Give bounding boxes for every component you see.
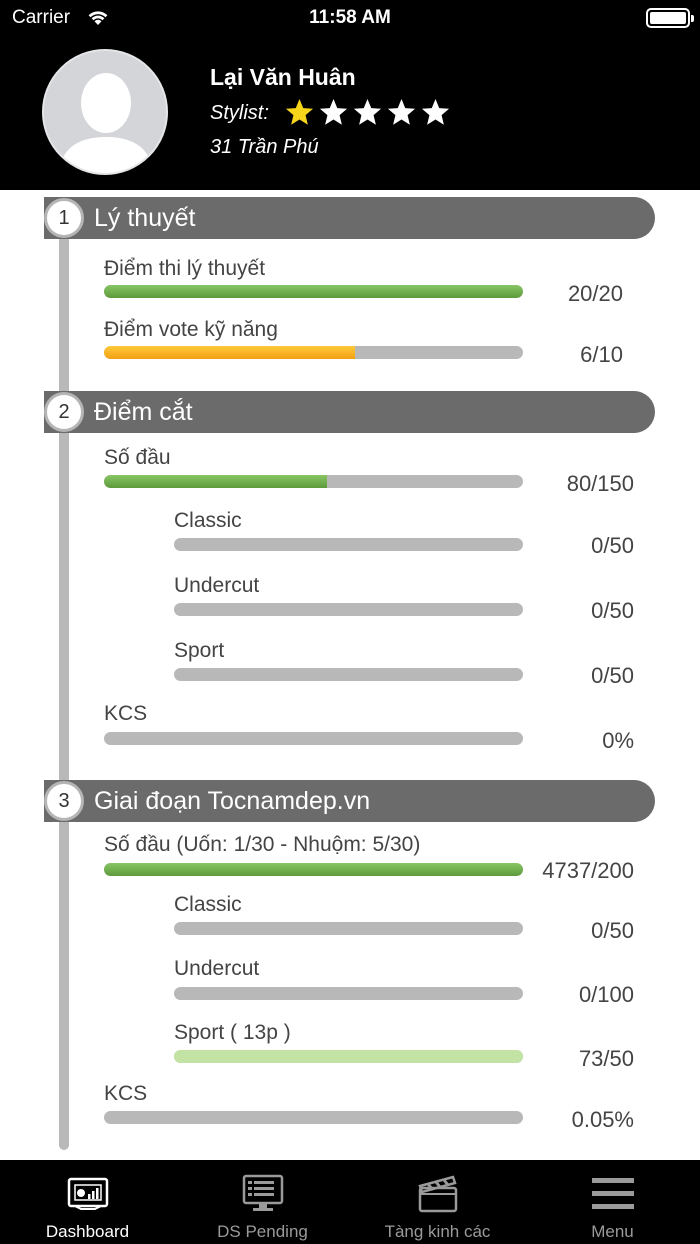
profile-header: Lại Văn Huân Stylist: 31 Trần Phú [0, 36, 700, 190]
row-label: Classic [174, 893, 242, 916]
row-value: 0/50 [591, 663, 634, 688]
row-label: Undercut [174, 957, 260, 980]
progress-bar [104, 475, 523, 488]
progress-fill [104, 285, 523, 298]
section-title: Điểm cắt [94, 398, 193, 426]
tab-ds-pending[interactable]: DS Pending [175, 1160, 350, 1244]
dashboard-icon [67, 1177, 109, 1210]
tab-dashboard[interactable]: Dashboard [0, 1160, 175, 1244]
row-label: KCS [104, 702, 148, 725]
star-icon [319, 98, 348, 125]
step-number: 1 [44, 198, 84, 238]
tab-label: Menu [591, 1222, 634, 1241]
tab-label: Tàng kinh các [384, 1222, 491, 1241]
row-label: Điểm vote kỹ năng [104, 318, 278, 341]
step-number: 3 [44, 781, 84, 821]
section-header-ly-thuyet: 1 Lý thuyết [44, 197, 655, 239]
row-label: Số đầu [104, 446, 171, 469]
row-value: 0/100 [578, 982, 634, 1007]
tab-label: Dashboard [45, 1222, 130, 1241]
progress-fill [104, 346, 356, 359]
monitor-list-icon [242, 1174, 284, 1211]
row-value: 73/50 [578, 1046, 634, 1071]
progress-bar [174, 987, 523, 1000]
progress-bar [104, 285, 523, 298]
section-title: Lý thuyết [94, 204, 196, 232]
progress-bar [104, 346, 523, 359]
row-label: Điểm thi lý thuyết [104, 257, 266, 280]
tab-menu[interactable]: Menu [525, 1160, 700, 1244]
progress-fill [174, 1050, 523, 1063]
star-icon [421, 98, 450, 125]
tab-label: DS Pending [217, 1222, 308, 1241]
progress-bar [104, 732, 523, 745]
tab-bar: Dashboard DS Pending Tàng kinh các Menu [0, 1160, 700, 1244]
timeline-line [59, 210, 69, 1150]
step-number: 2 [44, 392, 84, 432]
tab-tang-kinh-cac[interactable]: Tàng kinh các [350, 1160, 525, 1244]
salon-address: 31 Trần Phú [210, 136, 319, 158]
progress-bar [174, 668, 523, 681]
row-label: Số đầu (Uốn: 1/30 - Nhuộm: 5/30) [104, 833, 421, 856]
row-value: 0% [602, 728, 634, 753]
section-header-giai-doan: 3 Giai đoạn Tocnamdep.vn [44, 780, 655, 822]
star-icon [353, 98, 382, 125]
row-label: Sport ( 13p ) [174, 1021, 291, 1044]
star-icon [387, 98, 416, 125]
stylist-name: Lại Văn Huân [210, 64, 356, 90]
progress-bar [174, 603, 523, 616]
progress-bar [104, 863, 523, 876]
section-title: Giai đoạn Tocnamdep.vn [94, 787, 371, 815]
stylist-label: Stylist: [210, 102, 269, 124]
row-label: Classic [174, 509, 242, 532]
row-value: 0/50 [591, 918, 634, 943]
row-label: Undercut [174, 574, 260, 597]
row-value: 0/50 [591, 533, 634, 558]
hamburger-menu-icon [592, 1178, 634, 1209]
clock: 11:58 AM [309, 7, 391, 28]
row-label: KCS [104, 1082, 148, 1105]
status-bar: Carrier 11:58 AM [0, 0, 700, 36]
row-value: 80/150 [566, 471, 634, 496]
battery-icon [646, 8, 694, 28]
progress-fill [104, 863, 523, 876]
row-value: 4737/200 [542, 858, 634, 883]
progress-bar [174, 538, 523, 551]
progress-bar [174, 1050, 523, 1063]
progress-bar [174, 922, 523, 935]
row-value: 6/10 [580, 342, 623, 367]
row-label: Sport [174, 639, 225, 662]
star-rating [284, 97, 451, 128]
progress-bar [104, 1111, 523, 1124]
clapperboard-icon [418, 1175, 458, 1213]
person-silhouette-icon [58, 73, 154, 173]
row-value: 20/20 [567, 281, 623, 306]
progress-fill [104, 475, 328, 488]
row-value: 0/50 [591, 598, 634, 623]
row-value: 0.05% [571, 1107, 634, 1132]
avatar[interactable] [42, 49, 168, 175]
section-header-diem-cat: 2 Điểm cắt [44, 391, 655, 433]
star-icon [285, 98, 314, 125]
